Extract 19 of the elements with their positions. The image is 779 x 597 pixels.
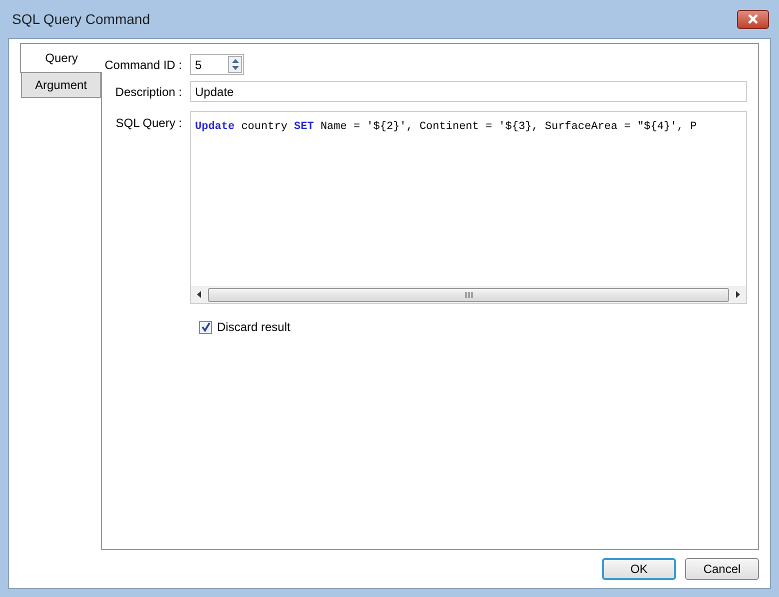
tab[interactable]: Argument (21, 73, 101, 98)
field-label: SQL Query : (114, 115, 183, 132)
sql-code: Update country SET Name = '${2}', Continent = '${3}, SurfaceArea = "${4}', P (195, 121, 697, 133)
close-icon (747, 14, 759, 24)
field-label: Description : (114, 84, 183, 100)
horizontal-scrollbar[interactable] (191, 286, 746, 303)
checkbox[interactable] (199, 320, 212, 334)
description-field[interactable]: Update (190, 81, 747, 102)
number-field[interactable]: 5 (190, 54, 244, 75)
scrollbar-thumb[interactable] (208, 288, 729, 302)
tab[interactable]: Query (20, 43, 102, 73)
sql-editor[interactable]: Update country SET Name = '${2}', Continent = '${3}, SurfaceArea = "${4}', P (190, 111, 747, 304)
dialog-button[interactable]: Cancel (685, 558, 759, 580)
field-label: Command ID : (104, 56, 183, 74)
checkbox-label: Discard result (217, 319, 290, 336)
dialog-button[interactable]: OK (602, 558, 676, 580)
close-button[interactable] (737, 10, 769, 28)
window-title: SQL Query Command (12, 10, 150, 29)
spinner-icon[interactable] (228, 56, 242, 73)
